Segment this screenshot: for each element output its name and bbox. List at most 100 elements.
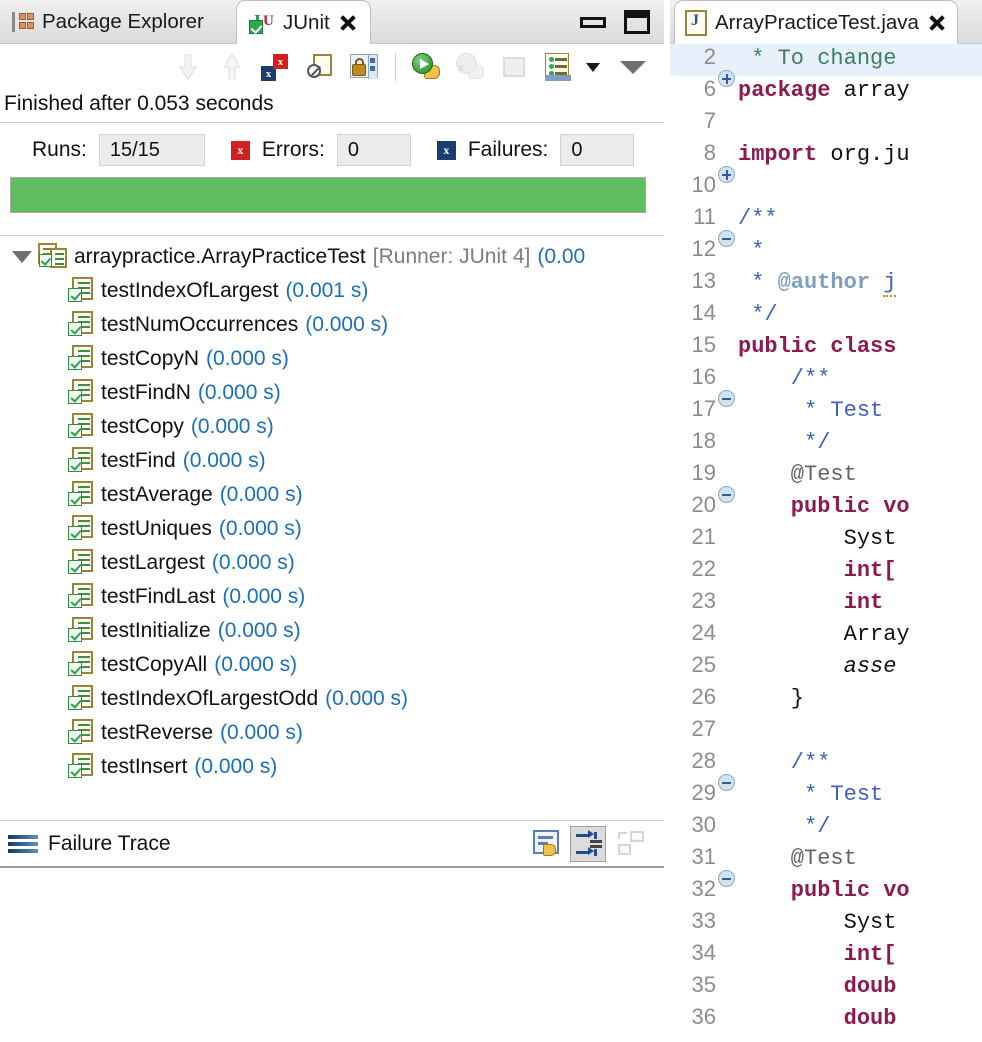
tree-test-node[interactable]: testUniques (0.000 s): [0, 512, 664, 546]
line-number: 14: [691, 300, 716, 325]
tree-test-node[interactable]: testIndexOfLargest (0.001 s): [0, 274, 664, 308]
compare-result-button[interactable]: [528, 826, 564, 862]
code-line[interactable]: 31 @Test: [670, 844, 982, 887]
test-run-history-button[interactable]: [542, 50, 576, 84]
next-failure-button[interactable]: [171, 50, 205, 84]
tree-test-node[interactable]: testCopyAll (0.000 s): [0, 648, 664, 682]
tab-junit[interactable]: JU JUnit: [236, 0, 371, 45]
code-line[interactable]: 23 int: [670, 588, 982, 620]
code-line[interactable]: 28 /**: [670, 748, 982, 791]
code-line[interactable]: 26 }: [670, 684, 982, 716]
tree-root-node[interactable]: arraypractice.ArrayPracticeTest [Runner: …: [0, 240, 664, 274]
line-number: 19: [691, 460, 716, 485]
tree-test-node[interactable]: testNumOccurrences (0.000 s): [0, 308, 664, 342]
tree-test-node[interactable]: testFind (0.000 s): [0, 444, 664, 478]
code-line[interactable]: 15 public class: [670, 332, 982, 364]
code-line[interactable]: 32 public vo: [670, 876, 982, 908]
line-number: 17: [691, 396, 716, 421]
rerun-test-button[interactable]: [410, 50, 444, 84]
line-number: 13: [691, 268, 716, 293]
failure-trace-content[interactable]: [0, 866, 664, 1042]
tree-test-node[interactable]: testCopyN (0.000 s): [0, 342, 664, 376]
failure-trace-icon: [8, 834, 38, 854]
code-line[interactable]: 33 Syst: [670, 908, 982, 940]
code-text: * Test: [738, 398, 982, 423]
previous-failure-button[interactable]: [215, 50, 249, 84]
tree-test-node[interactable]: testIndexOfLargestOdd (0.000 s): [0, 682, 664, 716]
minimize-button[interactable]: [580, 16, 606, 28]
code-line[interactable]: 2 * To change: [670, 44, 982, 87]
code-text: doub: [738, 974, 982, 999]
code-line[interactable]: 12 *: [670, 236, 982, 268]
tree-test-node[interactable]: testAverage (0.000 s): [0, 478, 664, 512]
tree-test-node[interactable]: testInsert (0.000 s): [0, 750, 664, 784]
line-number: 25: [691, 652, 716, 677]
tree-test-node[interactable]: testFindLast (0.000 s): [0, 580, 664, 614]
view-window-controls: [580, 0, 650, 44]
tree-test-node[interactable]: testInitialize (0.000 s): [0, 614, 664, 648]
test-time-label: (0.000 s): [217, 619, 301, 642]
code-line[interactable]: 10: [670, 172, 982, 204]
code-line[interactable]: 36 doub: [670, 1004, 982, 1036]
code-line[interactable]: 20 public vo: [670, 492, 982, 524]
test-passed-icon: [68, 583, 95, 611]
code-line[interactable]: 29 * Test: [670, 780, 982, 812]
code-token: * Test: [738, 398, 897, 423]
compare-icon: [533, 829, 559, 856]
test-result-tree[interactable]: arraypractice.ArrayPracticeTest [Runner: …: [0, 236, 664, 796]
expand-triangle-icon[interactable]: [12, 251, 32, 263]
tab-package-explorer[interactable]: Package Explorer: [0, 0, 216, 44]
test-passed-icon: [68, 685, 95, 713]
code-text: doub: [738, 1006, 982, 1031]
scroll-lock-button[interactable]: [347, 50, 381, 84]
filter-stack-trace-button[interactable]: [303, 50, 337, 84]
test-passed-icon: [68, 515, 95, 543]
filter-stack-frames-button[interactable]: [570, 825, 606, 862]
code-line[interactable]: 8 import org.ju: [670, 140, 982, 183]
view-menu-icon[interactable]: [620, 60, 646, 74]
test-time-label: (0.000 s): [222, 585, 306, 608]
code-line[interactable]: 35 doub: [670, 972, 982, 1004]
line-number: 23: [691, 588, 716, 613]
code-line[interactable]: 14 */: [670, 300, 982, 332]
code-line[interactable]: 6 package array: [670, 76, 982, 108]
tab-arraypracticetest-java[interactable]: J ArrayPracticeTest.java: [674, 0, 958, 45]
close-icon[interactable]: [338, 13, 358, 33]
chevron-down-icon[interactable]: [586, 62, 600, 72]
tree-test-node[interactable]: testCopy (0.000 s): [0, 410, 664, 444]
code-line[interactable]: 19 @Test: [670, 460, 982, 503]
tree-test-node[interactable]: testLargest (0.000 s): [0, 546, 664, 580]
view-layout-button[interactable]: [612, 826, 648, 862]
code-line[interactable]: 25 asse: [670, 652, 982, 684]
tree-test-node[interactable]: testFindN (0.000 s): [0, 376, 664, 410]
code-line[interactable]: 27: [670, 716, 982, 748]
rerun-failed-tests-button[interactable]: x: [454, 50, 488, 84]
close-icon[interactable]: [927, 13, 947, 33]
code-line[interactable]: 13 * @author j: [670, 268, 982, 300]
code-line[interactable]: 22 int[: [670, 556, 982, 588]
tree-test-node[interactable]: testReverse (0.000 s): [0, 716, 664, 750]
test-name-label: testAverage: [101, 483, 213, 506]
code-line[interactable]: 7: [670, 108, 982, 140]
test-name-label: testCopyN: [101, 347, 200, 370]
code-line[interactable]: 11 /**: [670, 204, 982, 247]
code-line[interactable]: 18 */: [670, 428, 982, 460]
line-number: 18: [691, 428, 716, 453]
code-line[interactable]: 30 */: [670, 812, 982, 844]
stop-button[interactable]: [498, 50, 532, 84]
test-passed-icon: [68, 345, 95, 373]
maximize-button[interactable]: [624, 10, 650, 34]
code-area[interactable]: 2 * To change 6 package array 7 8 import org.…: [670, 44, 982, 1042]
code-line[interactable]: 17 * Test: [670, 396, 982, 428]
code-line[interactable]: 24 Array: [670, 620, 982, 652]
eclipse-workbench: Package Explorer JU JUnit: [0, 0, 982, 1042]
code-token: j: [883, 270, 897, 297]
code-token: * Test: [738, 782, 897, 807]
code-line[interactable]: 34 int[: [670, 940, 982, 972]
runs-value: 15/15: [98, 134, 205, 166]
code-line[interactable]: 21 Syst: [670, 524, 982, 556]
show-failures-only-button[interactable]: xx: [259, 50, 293, 84]
code-line[interactable]: 16 /**: [670, 364, 982, 407]
test-time-label: (0.000 s): [206, 347, 289, 370]
line-number: 12: [691, 236, 716, 261]
